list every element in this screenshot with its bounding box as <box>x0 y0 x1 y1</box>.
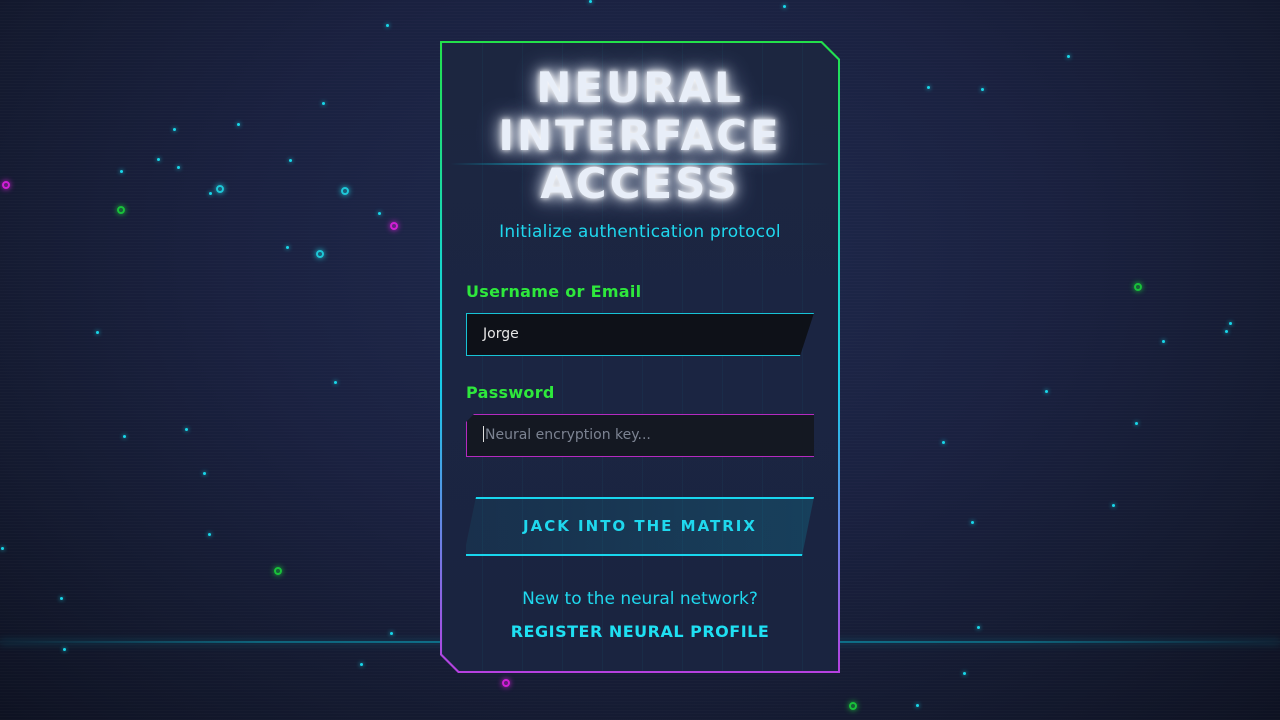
particle <box>927 86 930 89</box>
particle <box>963 672 966 675</box>
text-caret <box>483 426 484 442</box>
particle <box>390 632 393 635</box>
magenta-node <box>390 222 398 230</box>
particle <box>589 0 592 3</box>
particle <box>289 159 292 162</box>
particle <box>120 170 123 173</box>
password-input[interactable]: Neural encryption key... <box>466 414 814 457</box>
particle <box>916 704 919 707</box>
particle <box>286 246 289 249</box>
particle <box>1112 504 1115 507</box>
username-label: Username or Email <box>466 282 642 301</box>
cyan-node <box>216 185 224 193</box>
page-background: { "login": { "title_line1": "NEURAL", "t… <box>0 0 1280 720</box>
jack-in-button[interactable]: JACK INTO THE MATRIX <box>466 497 814 556</box>
green-node <box>849 702 857 710</box>
green-node <box>274 567 282 575</box>
title-line-2: INTERFACE <box>498 111 782 160</box>
particle <box>783 5 786 8</box>
particle <box>360 663 363 666</box>
particle <box>96 331 99 334</box>
particle <box>123 435 126 438</box>
particle <box>173 128 176 131</box>
green-node <box>117 206 125 214</box>
title-line-1: NEURAL <box>536 63 744 112</box>
particle <box>157 158 160 161</box>
particle <box>334 381 337 384</box>
particle <box>1067 55 1070 58</box>
particle <box>177 166 180 169</box>
particle <box>1162 340 1165 343</box>
particle <box>977 626 980 629</box>
particle <box>63 648 66 651</box>
particle <box>386 24 389 27</box>
title-line-3: ACCESS <box>540 159 740 208</box>
particle <box>322 102 325 105</box>
particle <box>1045 390 1048 393</box>
particle <box>208 533 211 536</box>
username-input[interactable]: Jorge <box>466 313 814 356</box>
password-label: Password <box>466 383 555 402</box>
cyan-node <box>316 250 324 258</box>
particle <box>971 521 974 524</box>
particle <box>1 547 4 550</box>
green-node <box>1134 283 1142 291</box>
magenta-node <box>2 181 10 189</box>
particle <box>1135 422 1138 425</box>
particle <box>942 441 945 444</box>
particle <box>1229 322 1232 325</box>
cyan-node <box>341 187 349 195</box>
page-subtitle: Initialize authentication protocol <box>499 222 781 242</box>
magenta-node <box>502 679 510 687</box>
page-title: NEURAL INTERFACE ACCESS <box>440 64 840 208</box>
signup-prompt: New to the neural network? <box>522 589 758 609</box>
password-placeholder: Neural encryption key... <box>485 427 651 443</box>
register-link[interactable]: REGISTER NEURAL PROFILE <box>440 622 840 641</box>
particle <box>1225 330 1228 333</box>
particle <box>981 88 984 91</box>
particle <box>203 472 206 475</box>
particle <box>237 123 240 126</box>
particle <box>185 428 188 431</box>
particle <box>378 212 381 215</box>
particle <box>60 597 63 600</box>
particle <box>209 192 212 195</box>
